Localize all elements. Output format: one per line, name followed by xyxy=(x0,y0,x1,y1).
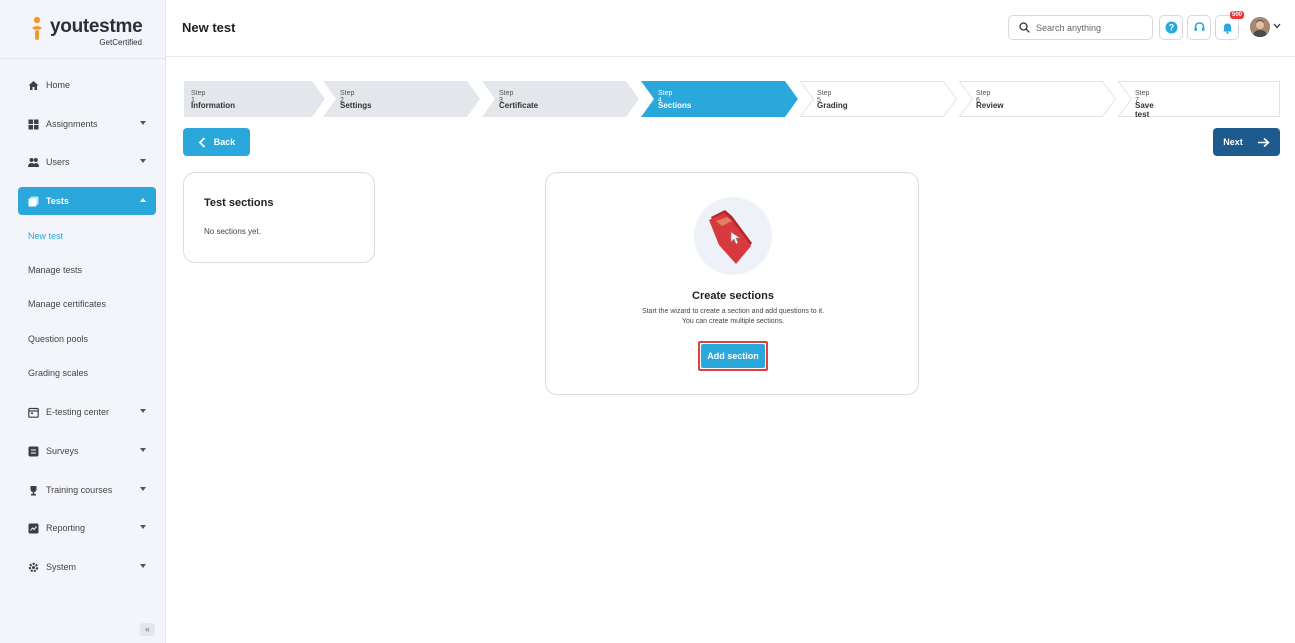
page-title: New test xyxy=(182,20,236,35)
trophy-icon xyxy=(28,485,39,496)
survey-icon xyxy=(28,446,39,457)
test-sections-card: Test sections No sections yet. xyxy=(183,172,375,263)
brand-name: youtestme xyxy=(50,16,143,37)
submenu-question-pools[interactable]: Question pools xyxy=(28,334,88,344)
chevron-down-icon xyxy=(140,448,146,452)
submenu-new-test[interactable]: New test xyxy=(28,231,63,241)
chevron-left-icon xyxy=(198,136,205,148)
collapse-sidebar-button[interactable]: « xyxy=(140,623,155,636)
logo-mark-icon xyxy=(32,16,42,40)
sidebar-item-label: E-testing center xyxy=(46,407,110,417)
next-button[interactable]: Next xyxy=(1213,128,1280,156)
sidebar-item-label: Home xyxy=(46,80,71,90)
create-sections-title: Create sections xyxy=(692,290,774,302)
calendar-icon xyxy=(28,407,39,418)
folder-illustration xyxy=(694,197,772,275)
submenu-manage-tests[interactable]: Manage tests xyxy=(28,265,82,275)
back-button[interactable]: Back xyxy=(183,128,250,156)
sidebar-item-assignments[interactable]: Assignments xyxy=(18,110,156,138)
search-icon xyxy=(1019,22,1030,33)
chevron-down-icon[interactable] xyxy=(1273,23,1281,29)
create-sections-description: Start the wizard to create a section and… xyxy=(641,308,825,315)
chevron-up-icon xyxy=(140,198,146,202)
notification-badge: 500 xyxy=(1230,11,1245,19)
sidebar-divider xyxy=(0,58,166,59)
sidebar-item-surveys[interactable]: Surveys xyxy=(18,437,156,465)
gear-icon xyxy=(28,562,39,573)
test-sections-title: Test sections xyxy=(204,197,274,209)
step-label: Save test xyxy=(1135,101,1154,119)
add-section-button-label: Add section xyxy=(701,344,765,368)
back-button-label: Back xyxy=(213,137,236,147)
assignments-icon xyxy=(28,119,39,130)
reporting-icon xyxy=(28,523,39,534)
sidebar-item-label: Assignments xyxy=(46,119,98,129)
chevron-down-icon xyxy=(140,121,146,125)
users-icon xyxy=(28,157,39,168)
folder-pointer-icon xyxy=(709,210,752,264)
sidebar-item-label: Reporting xyxy=(46,523,86,533)
sidebar-item-system[interactable]: System xyxy=(18,553,156,581)
sidebar-item-label: Training courses xyxy=(46,485,113,495)
sidebar: youtestme GetCertified Home Assignments … xyxy=(0,0,166,643)
headset-icon xyxy=(1194,22,1204,31)
brand-logo[interactable]: youtestme GetCertified xyxy=(30,14,150,48)
support-button[interactable] xyxy=(1187,15,1211,40)
step-label: Review xyxy=(976,101,1004,110)
bell-icon xyxy=(1222,23,1232,34)
search-input[interactable]: Search anything xyxy=(1008,15,1153,40)
sidebar-item-home[interactable]: Home xyxy=(18,71,156,99)
chevron-down-icon xyxy=(140,525,146,529)
search-placeholder: Search anything xyxy=(1036,22,1102,33)
sidebar-item-label: Users xyxy=(46,157,70,167)
chevron-down-icon xyxy=(140,409,146,413)
home-icon xyxy=(28,80,39,91)
sidebar-item-users[interactable]: Users xyxy=(18,148,156,176)
top-header: New test Search anything ? 500 xyxy=(166,0,1295,57)
step-label: Certificate xyxy=(499,101,539,110)
step-label: Sections xyxy=(658,101,692,110)
tests-icon xyxy=(28,196,39,207)
help-button[interactable]: ? xyxy=(1159,15,1183,40)
sidebar-item-training-courses[interactable]: Training courses xyxy=(18,476,156,504)
no-sections-text: No sections yet. xyxy=(204,227,261,236)
chevron-down-icon xyxy=(140,159,146,163)
step-label: Information xyxy=(191,101,235,110)
submenu-manage-certificates[interactable]: Manage certificates xyxy=(28,299,106,309)
create-sections-card: Create sections Start the wizard to crea… xyxy=(545,172,919,395)
submenu-grading-scales[interactable]: Grading scales xyxy=(28,368,88,378)
help-icon: ? xyxy=(1165,21,1177,34)
chevron-down-icon xyxy=(140,564,146,568)
add-section-button[interactable]: Add section xyxy=(698,341,768,371)
user-avatar-icon xyxy=(1250,17,1270,37)
wizard-stepper: Step 1 Information Step 2 Settings Step … xyxy=(184,81,1280,119)
step-label: Grading xyxy=(817,101,848,110)
next-button-label: Next xyxy=(1223,137,1243,147)
sidebar-item-reporting[interactable]: Reporting xyxy=(18,514,156,542)
sidebar-item-tests[interactable]: Tests xyxy=(18,187,156,215)
sidebar-item-label: Tests xyxy=(46,196,69,206)
svg-text:?: ? xyxy=(1168,23,1174,33)
arrow-right-icon xyxy=(1257,137,1270,147)
create-sections-description-2: You can create multiple sections. xyxy=(681,318,785,325)
sidebar-item-label: System xyxy=(46,562,77,572)
brand-tagline: GetCertified xyxy=(99,38,142,47)
sidebar-item-e-testing-center[interactable]: E-testing center xyxy=(18,398,156,426)
chevron-down-icon xyxy=(140,487,146,491)
avatar[interactable] xyxy=(1250,17,1270,37)
sidebar-item-label: Surveys xyxy=(46,446,79,456)
step-label: Settings xyxy=(340,101,372,110)
